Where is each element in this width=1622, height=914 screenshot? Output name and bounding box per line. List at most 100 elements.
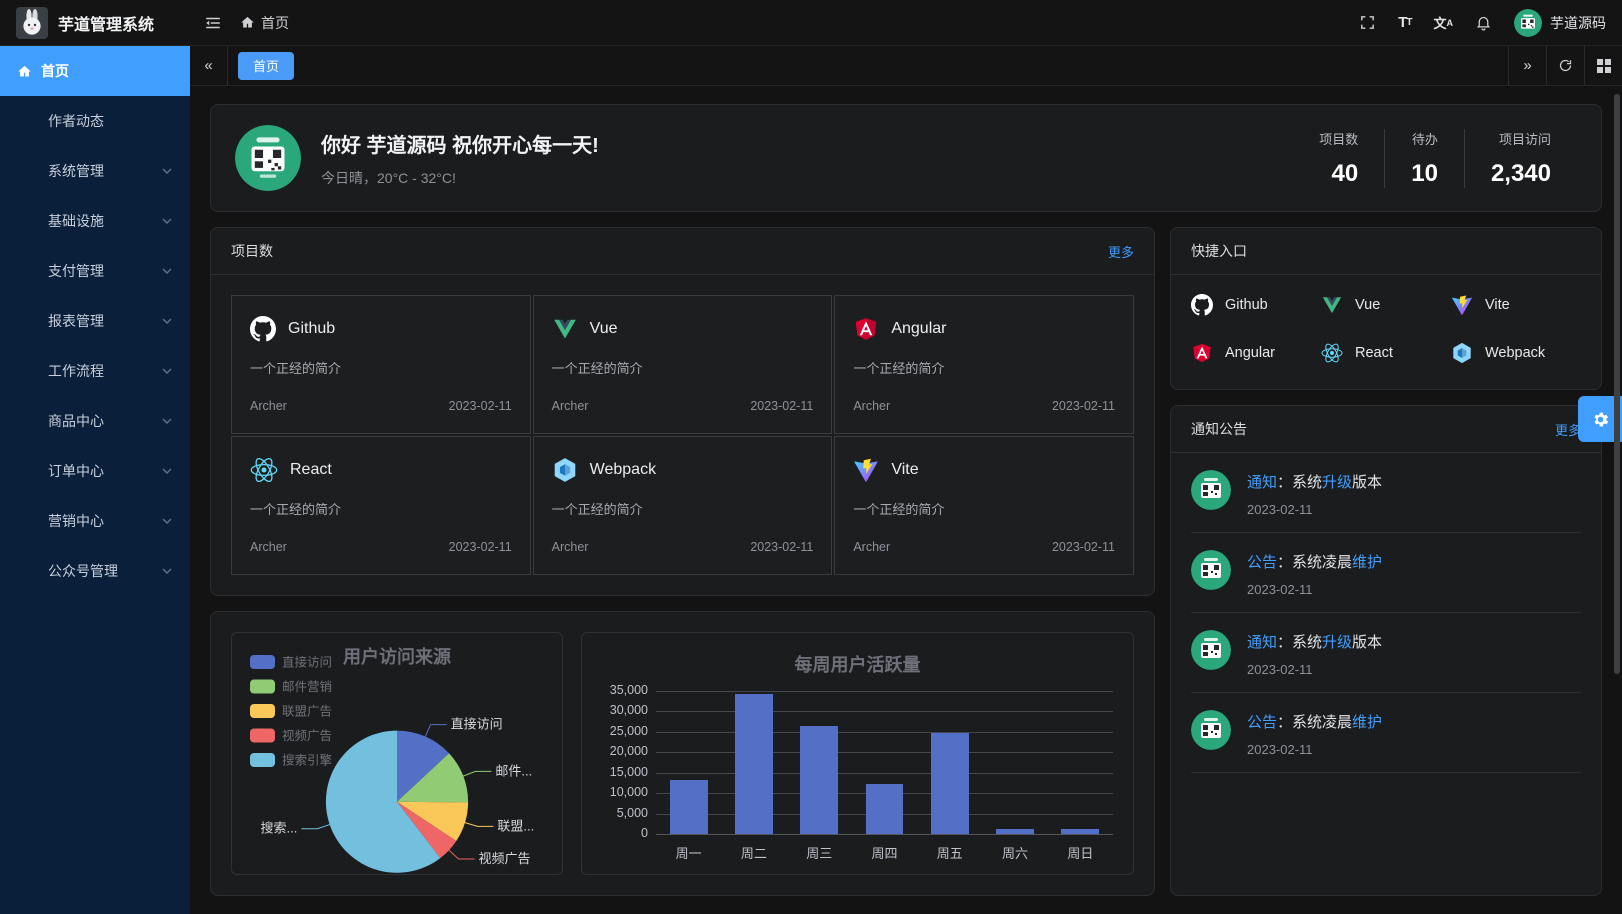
notice-item[interactable]: 通知：系统升级版本 2023-02-11 [1191, 613, 1581, 693]
fullscreen-icon[interactable] [1359, 14, 1376, 31]
svg-text:视频广告: 视频广告 [479, 851, 531, 866]
vite-icon [1451, 294, 1473, 316]
pie-chart-user-source[interactable]: 用户访问来源直接访问邮件营销联盟广告视频广告搜索引擎直接访问邮件...联盟...… [231, 632, 563, 875]
sidebar-item-system[interactable]: 系统管理 [0, 146, 190, 196]
user-menu[interactable]: 芋道源码 [1514, 9, 1606, 37]
notice-avatar [1191, 470, 1231, 510]
github-icon [1191, 294, 1213, 316]
vue-icon [552, 316, 578, 342]
chevron-down-icon [162, 368, 172, 374]
app-title: 芋道管理系统 [58, 11, 154, 35]
shortcut-vite[interactable]: Vite [1451, 285, 1581, 325]
greeting-text: 你好 芋道源码 祝你开心每一天! [321, 129, 599, 158]
notice-item[interactable]: 公告：系统凌晨维护 2023-02-11 [1191, 533, 1581, 613]
sidebar-item-home[interactable]: 首页 [0, 46, 190, 96]
notices-card: 通知公告 更多 通知：系统升级版本 2023-02-11 [1170, 405, 1602, 896]
shortcut-github[interactable]: Github [1191, 285, 1321, 325]
language-icon[interactable]: 文A [1433, 13, 1453, 32]
refresh-icon[interactable] [1546, 46, 1584, 85]
notice-item[interactable]: 公告：系统凌晨维护 2023-02-11 [1191, 693, 1581, 773]
project-card-webpack[interactable]: Webpack 一个正经的简介 Archer2023-02-11 [533, 436, 833, 575]
notice-avatar [1191, 630, 1231, 670]
bell-icon[interactable] [1475, 14, 1492, 31]
chevron-down-icon [162, 418, 172, 424]
home-icon [240, 15, 255, 30]
sidebar-item-pay[interactable]: 支付管理 [0, 246, 190, 296]
sidebar-item-product[interactable]: 商品中心 [0, 396, 190, 446]
svg-text:视频广告: 视频广告 [282, 728, 332, 743]
project-card-angular[interactable]: Angular 一个正经的简介 Archer2023-02-11 [834, 295, 1134, 434]
notice-avatar [1191, 710, 1231, 750]
chevron-down-icon [162, 218, 172, 224]
top-header: 芋道管理系统 首页 TT 文A 芋道源码 [0, 0, 1622, 46]
welcome-card: 你好 芋道源码 祝你开心每一天! 今日晴，20°C - 32°C! 项目数 40… [210, 104, 1602, 212]
shortcuts-card: 快捷入口 Github Vue [1170, 227, 1602, 390]
project-card-vite[interactable]: Vite 一个正经的简介 Archer2023-02-11 [834, 436, 1134, 575]
svg-text:邮件营销: 邮件营销 [282, 680, 332, 694]
svg-text:用户访问来源: 用户访问来源 [343, 646, 451, 667]
grid-menu-icon[interactable] [1584, 46, 1622, 85]
chevron-down-icon [162, 518, 172, 524]
bar-chart-weekly-activity[interactable]: 每周用户活跃量05,00010,00015,00020,00025,00030,… [581, 632, 1134, 875]
breadcrumb[interactable]: 首页 [240, 13, 289, 33]
font-size-icon[interactable]: TT [1398, 14, 1411, 31]
svg-text:搜索引擎: 搜索引擎 [282, 753, 332, 768]
tabs-scroll-left-button[interactable]: « [190, 46, 228, 85]
notice-title: 公告：系统凌晨维护 [1247, 551, 1382, 572]
vite-icon [853, 457, 879, 483]
sidebar-item-workflow[interactable]: 工作流程 [0, 346, 190, 396]
shortcut-react[interactable]: React [1321, 333, 1451, 373]
sidebar-item-author[interactable]: 作者动态 [0, 96, 190, 146]
tab-bar: « 首页 » [190, 46, 1622, 86]
sidebar: 首页 作者动态 系统管理 基础设施 支付管理 报表管理 工作流程 [0, 46, 190, 914]
chevron-down-icon [162, 468, 172, 474]
webpack-icon [552, 457, 578, 483]
sidebar-item-report[interactable]: 报表管理 [0, 296, 190, 346]
app-root: 芋道管理系统 首页 TT 文A 芋道源码 [0, 0, 1622, 914]
notices-card-title: 通知公告 [1191, 419, 1247, 439]
svg-text:直接访问: 直接访问 [282, 655, 332, 670]
sidebar-item-wechat[interactable]: 公众号管理 [0, 546, 190, 596]
react-icon [1321, 342, 1343, 364]
notice-date: 2023-02-11 [1247, 502, 1382, 517]
project-card-vue[interactable]: Vue 一个正经的简介 Archer2023-02-11 [533, 295, 833, 434]
profile-avatar [235, 125, 301, 191]
notice-date: 2023-02-11 [1247, 662, 1382, 677]
notice-avatar [1191, 550, 1231, 590]
vue-icon [1321, 294, 1343, 316]
weather-text: 今日晴，20°C - 32°C! [321, 168, 599, 188]
angular-icon [853, 316, 879, 342]
project-card-github[interactable]: Github 一个正经的简介 Archer2023-02-11 [231, 295, 531, 434]
scrollbar[interactable] [1614, 94, 1620, 674]
notice-title: 通知：系统升级版本 [1247, 631, 1382, 652]
tabs-scroll-right-button[interactable]: » [1508, 46, 1546, 85]
project-card-react[interactable]: React 一个正经的简介 Archer2023-02-11 [231, 436, 531, 575]
svg-text:直接访问: 直接访问 [451, 717, 503, 732]
shortcut-angular[interactable]: Angular [1191, 333, 1321, 373]
projects-more-link[interactable]: 更多 [1108, 242, 1134, 261]
stat-todo: 待办 10 [1384, 129, 1464, 188]
sidebar-item-marketing[interactable]: 营销中心 [0, 496, 190, 546]
menu-fold-icon[interactable] [204, 14, 222, 32]
header-actions: TT 文A 芋道源码 [1359, 9, 1606, 37]
shortcut-vue[interactable]: Vue [1321, 285, 1451, 325]
projects-card: 项目数 更多 Github [210, 227, 1155, 596]
chevron-down-icon [162, 318, 172, 324]
home-icon [17, 64, 32, 79]
sidebar-item-order[interactable]: 订单中心 [0, 446, 190, 496]
tab-home[interactable]: 首页 [238, 52, 294, 80]
projects-card-title: 项目数 [231, 241, 273, 261]
svg-text:联盟广告: 联盟广告 [282, 705, 332, 719]
rabbit-logo [16, 7, 48, 39]
notice-item[interactable]: 通知：系统升级版本 2023-02-11 [1191, 453, 1581, 533]
svg-text:联盟...: 联盟... [497, 818, 534, 833]
angular-icon [1191, 342, 1213, 364]
webpack-icon [1451, 342, 1473, 364]
chevron-down-icon [162, 268, 172, 274]
sidebar-item-infra[interactable]: 基础设施 [0, 196, 190, 246]
breadcrumb-label: 首页 [261, 13, 289, 33]
svg-text:搜索...: 搜索... [261, 821, 298, 836]
logo-area[interactable]: 芋道管理系统 [16, 7, 190, 39]
stat-group: 项目数 40 待办 10 项目访问 2,340 [1293, 129, 1577, 188]
shortcut-webpack[interactable]: Webpack [1451, 333, 1581, 373]
